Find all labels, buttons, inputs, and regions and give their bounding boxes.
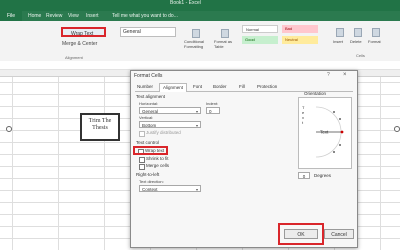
close-icon[interactable]: × xyxy=(343,72,347,78)
merge-center-button[interactable]: Merge & Center xyxy=(62,41,97,47)
dial-tick xyxy=(339,118,341,120)
resize-handle-right[interactable] xyxy=(394,126,400,132)
conditional-formatting-icon xyxy=(192,29,200,38)
tab-border[interactable]: Border xyxy=(213,83,227,91)
checkbox-box[interactable] xyxy=(139,156,145,163)
style-good[interactable]: Good xyxy=(242,36,278,44)
merge-cells-checkbox[interactable]: Merge cells xyxy=(139,163,170,170)
cancel-button[interactable]: Cancel xyxy=(324,229,354,239)
text-direction-dropdown[interactable]: Context xyxy=(139,185,201,193)
text-direction-label: Text direction: xyxy=(139,179,164,184)
ok-button-highlight xyxy=(278,223,324,245)
orientation-heading: Orientation xyxy=(304,91,327,96)
vertical-dropdown[interactable]: Bottom xyxy=(139,121,201,129)
degrees-label: Degrees xyxy=(314,173,332,178)
text-control-heading: Text control xyxy=(136,140,160,145)
orientation-dial[interactable]: Text xyxy=(310,103,348,161)
wrap-text-highlight xyxy=(133,146,168,155)
insert-button[interactable]: Insert xyxy=(333,39,343,44)
vertical-text-letter: t xyxy=(302,120,304,125)
tab-alignment[interactable]: Alignment xyxy=(159,83,188,92)
tab-number[interactable]: Number xyxy=(137,83,153,91)
dial-tick xyxy=(339,144,341,146)
justify-distributed-checkbox: Justify distributed xyxy=(139,130,181,137)
menu-view[interactable]: View xyxy=(68,11,79,21)
format-as-table-button[interactable]: Format as Table xyxy=(214,39,238,49)
dial-tick xyxy=(333,111,335,113)
dial-text-label: Text xyxy=(320,130,329,135)
cells-group-label: Cells xyxy=(356,53,365,58)
tell-me-search[interactable]: Tell me what you want to do... xyxy=(112,11,178,21)
rtl-heading: Right-to-left xyxy=(136,172,160,177)
shrink-to-fit-label: Shrink to fit xyxy=(146,156,169,161)
tab-fill[interactable]: Fill xyxy=(239,83,245,91)
app-title: Book1 - Excel xyxy=(170,0,201,6)
merge-cells-label: Merge cells xyxy=(146,163,170,168)
tab-protection[interactable]: Protection xyxy=(257,83,277,91)
menu-review[interactable]: Review xyxy=(46,11,62,21)
file-tab[interactable]: File xyxy=(0,11,22,21)
ribbon: Wrap Text Merge & Center General Alignme… xyxy=(0,21,400,62)
tab-font[interactable]: Font xyxy=(193,83,202,91)
delete-icon xyxy=(354,28,362,37)
indent-label: Indent: xyxy=(206,101,219,106)
conditional-formatting-button[interactable]: Conditional Formatting xyxy=(184,39,212,49)
menu-insert[interactable]: Insert xyxy=(86,11,99,21)
number-format-dropdown[interactable]: General xyxy=(120,27,176,37)
shrink-to-fit-checkbox[interactable]: Shrink to fit xyxy=(139,156,169,163)
text-alignment-heading: Text alignment xyxy=(136,94,166,99)
resize-handle-left[interactable] xyxy=(6,126,12,132)
vertical-text-option[interactable]: Text xyxy=(302,105,306,125)
selected-cell[interactable]: Trim The Thesis xyxy=(80,113,120,141)
alignment-group-label: Alignment xyxy=(65,55,83,60)
format-button[interactable]: Format xyxy=(368,39,381,44)
menu-home[interactable]: Home xyxy=(28,11,41,21)
justify-distributed-label: Justify distributed xyxy=(146,130,181,135)
dial-handle[interactable] xyxy=(340,130,344,134)
delete-button[interactable]: Delete xyxy=(350,39,362,44)
format-as-table-icon xyxy=(221,29,229,38)
style-normal[interactable]: Normal xyxy=(242,25,278,33)
vertical-label: Vertical: xyxy=(139,115,154,120)
help-button[interactable]: ? xyxy=(327,72,330,78)
formula-bar[interactable] xyxy=(0,61,400,70)
dialog-title: Format Cells xyxy=(134,73,163,79)
dial-tick xyxy=(333,151,335,153)
format-icon xyxy=(372,28,380,37)
indent-stepper[interactable]: 0 xyxy=(206,107,220,114)
checkbox-box[interactable] xyxy=(139,163,145,170)
menu-bar: Home Review View Insert Tell me what you… xyxy=(22,11,400,21)
horizontal-dropdown[interactable]: General xyxy=(139,107,201,115)
horizontal-label: Horizontal: xyxy=(139,101,159,106)
checkbox-box xyxy=(139,130,145,137)
title-bar: Book1 - Excel xyxy=(0,0,400,11)
style-bad[interactable]: Bad xyxy=(282,25,318,33)
degrees-stepper[interactable]: 0 xyxy=(298,172,310,179)
insert-icon xyxy=(336,28,344,37)
style-neutral[interactable]: Neutral xyxy=(282,36,318,44)
wrap-text-button[interactable]: Wrap Text xyxy=(61,27,106,37)
wrap-text-label: Wrap Text xyxy=(71,31,94,37)
